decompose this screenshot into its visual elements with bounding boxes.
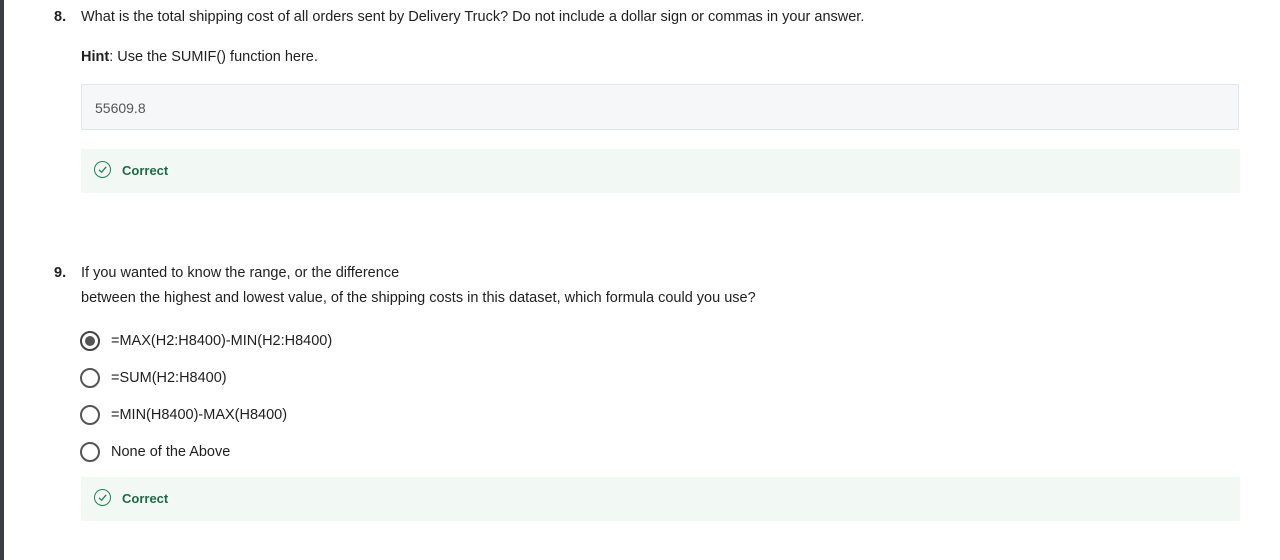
question-8-text: What is the total shipping cost of all o… [81,9,865,25]
question-8-feedback: Correct [81,149,1240,193]
question-8-number: 8. [54,9,67,25]
question-9-text-line2: between the highest and lowest value, of… [81,290,756,306]
question-9-number: 9. [54,265,67,281]
question-9-feedback: Correct [81,477,1240,521]
option-label: None of the Above [111,444,231,460]
radio-button-selected[interactable] [80,331,100,351]
hint-text: : Use the SUMIF() function here. [109,49,318,65]
question-8-answer-input[interactable]: 55609.8 [81,84,1239,130]
window-left-edge [0,0,4,560]
option-label: =MAX(H2:H8400)-MIN(H2:H8400) [111,333,333,349]
check-circle-icon [94,161,111,178]
option-label: =MIN(H8400)-MAX(H8400) [111,407,288,423]
hint-label: Hint [81,49,110,65]
feedback-text: Correct [122,491,169,506]
feedback-text: Correct [122,163,169,178]
check-circle-icon [94,489,111,506]
question-9-text-line1: If you wanted to know the range, or the … [81,265,400,281]
radio-button[interactable] [80,442,100,462]
question-8-hint: Hint: Use the SUMIF() function here. [81,49,318,65]
option-label: =SUM(H2:H8400) [111,370,227,386]
radio-button[interactable] [80,368,100,388]
answer-value: 55609.8 [95,100,146,116]
radio-button[interactable] [80,405,100,425]
